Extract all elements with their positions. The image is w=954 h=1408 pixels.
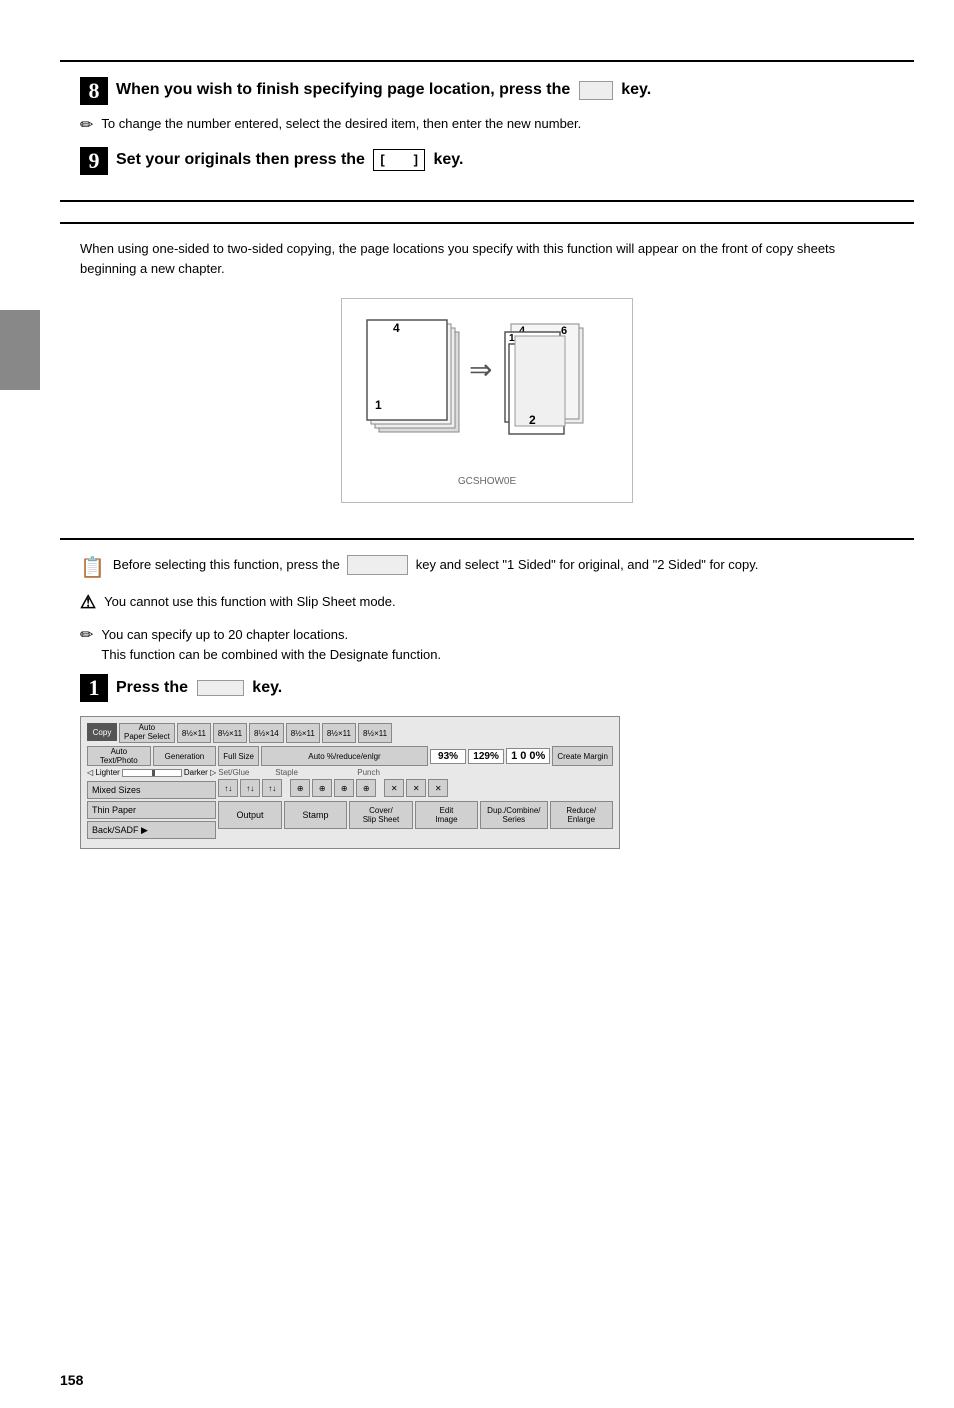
diagram-svg: 1 4 ⇒ 6 4 3 [357,314,617,469]
key-placeholder-bottom [197,680,244,696]
staple-row: Set/Glue Staple Punch [218,768,613,777]
size-5-btn[interactable]: 8½×11 [322,723,356,743]
size-3-btn[interactable]: 8½×14 [249,723,284,743]
punch-label: Punch [357,768,380,777]
size-2-btn[interactable]: 8½×11 [213,723,247,743]
svg-text:4: 4 [393,321,400,335]
svg-text:1: 1 [509,333,515,344]
copy-mode-btn[interactable]: Copy [87,723,117,741]
pencil-line-2: This function can be combined with the D… [101,645,441,665]
percent-93: 93% [430,749,466,764]
pencil-icon-1: ✏ [80,115,93,135]
cover-slip-btn[interactable]: Cover/Slip Sheet [349,801,412,829]
step-8-row: 8 When you wish to finish specifying pag… [80,77,894,105]
pencil-note-lines: You can specify up to 20 chapter locatio… [101,625,441,664]
dup-combine-btn[interactable]: Dup./Combine/Series [480,801,547,829]
auto-reduce-btn[interactable]: Auto %/reduce/enlgr [261,746,428,766]
extra-btns: Mixed Sizes [87,781,216,799]
svg-text:6: 6 [561,325,567,337]
key-placeholder-8 [579,81,613,100]
icon-btn-10[interactable]: ✕ [428,779,448,797]
darker-label: Darker ▷ [184,768,216,777]
setglue-label: Set/Glue [218,768,253,777]
stamp-btn[interactable]: Stamp [284,801,347,829]
bottom-section: 1 Press the key. Copy AutoPaper Select 8… [60,674,914,849]
pencil-note: ✏ You can specify up to 20 chapter locat… [80,625,894,664]
copier-main-panel: Full Size Auto %/reduce/enlgr 93% 129% 1… [218,746,613,839]
note-1: 📋 Before selecting this function, press … [80,555,894,580]
icon-btn-8[interactable]: ✕ [384,779,404,797]
thin-paper-btn[interactable]: Thin Paper [87,801,216,819]
output-btn[interactable]: Output [218,801,281,829]
copier-panel: Copy AutoPaper Select 8½×11 8½×11 8½×14 … [80,716,620,849]
svg-text:2: 2 [529,413,536,427]
icon-btn-4[interactable]: ⊕ [290,779,310,797]
step-8-number: 8 [80,77,108,105]
step-9-row: 9 Set your originals then press the [ ] … [80,147,894,175]
warning-note: ⚠ You cannot use this function with Slip… [80,592,894,613]
auto-text-row: Auto Text/Photo Generation [87,746,216,766]
icon-btn-3[interactable]: ↑↓ [262,779,282,797]
step-8-note: ✏ To change the number entered, select t… [80,115,894,135]
svg-text:⇒: ⇒ [469,354,492,385]
step-8-note-text: To change the number entered, select the… [101,115,581,133]
icon-btn-1[interactable]: ↑↓ [218,779,238,797]
lighter-darker-slider: ◁ Lighter Darker ▷ [87,768,216,777]
pencil-icon-2: ✏ [80,625,93,645]
size-row: Full Size Auto %/reduce/enlgr 93% 129% 1… [218,746,613,766]
bracket-key: [ ] [373,149,425,171]
percent-100: 1 0 0% [506,748,550,764]
middle-bordered-section: When using one-sided to two-sided copyin… [60,222,914,540]
diagram-label: GCSHOW0E [357,476,617,487]
function-btns-row: Output Stamp Cover/Slip Sheet EditImage … [218,801,613,829]
icon-btn-5[interactable]: ⊕ [312,779,332,797]
slide-row: ◁ Lighter Darker ▷ [87,768,216,777]
mixed-sizes-btn[interactable]: Mixed Sizes [87,781,216,799]
back-sadf-btn[interactable]: Back/SADF ▶ [87,821,216,839]
note-1-text: Before selecting this function, press th… [113,555,759,575]
icon-btn-9[interactable]: ✕ [406,779,426,797]
icon-btn-2[interactable]: ↑↓ [240,779,260,797]
pencil-line-1: You can specify up to 20 chapter locatio… [101,625,441,645]
side-tab [0,310,40,390]
note-book-icon: 📋 [80,555,105,580]
lighter-label: ◁ Lighter [87,768,120,777]
full-size-btn[interactable]: Full Size [218,746,259,766]
diagram-box: 1 4 ⇒ 6 4 3 [341,298,633,503]
slider-track[interactable] [122,769,182,777]
staple-label: Staple [275,768,315,777]
size-6-btn[interactable]: 8½×11 [358,723,392,743]
step-1-text: Press the key. [116,679,282,697]
warning-icon: ⚠ [80,592,96,613]
reduce-enlarge-btn[interactable]: Reduce/Enlarge [550,801,613,829]
step-9-text: Set your originals then press the [ ] ke… [116,147,463,171]
step-1-row: 1 Press the key. [80,674,894,702]
page-container: 8 When you wish to finish specifying pag… [0,60,954,1408]
diagram-container: 1 4 ⇒ 6 4 3 [80,298,894,503]
key-placeholder-note [347,555,408,575]
notes-section: 📋 Before selecting this function, press … [60,555,914,664]
step-9-number: 9 [80,147,108,175]
auto-paper-select-btn[interactable]: AutoPaper Select [119,723,175,743]
description-text: When using one-sided to two-sided copyin… [80,239,894,278]
warning-text: You cannot use this function with Slip S… [104,592,395,612]
percent-129: 129% [468,749,504,764]
page-number: 158 [60,1372,83,1388]
create-margin-btn[interactable]: Create Margin [552,746,613,766]
step-8-text: When you wish to finish specifying page … [116,77,651,101]
size-4-btn[interactable]: 8½×11 [286,723,320,743]
icon-btns-row: ↑↓ ↑↓ ↑↓ ⊕ ⊕ ⊕ ⊕ ✕ ✕ ✕ [218,779,613,797]
step-1-number: 1 [80,674,108,702]
svg-text:1: 1 [375,398,382,412]
copier-top-row: Copy AutoPaper Select 8½×11 8½×11 8½×14 … [87,723,613,743]
copier-left-panel: Auto Text/Photo Generation ◁ Lighter Dar… [87,746,216,839]
icon-btn-6[interactable]: ⊕ [334,779,354,797]
top-bordered-section: 8 When you wish to finish specifying pag… [60,60,914,202]
icon-btn-7[interactable]: ⊕ [356,779,376,797]
edit-image-btn[interactable]: EditImage [415,801,478,829]
size-1-btn[interactable]: 8½×11 [177,723,211,743]
auto-text-btn[interactable]: Auto Text/Photo [87,746,151,766]
copier-row2: Auto Text/Photo Generation ◁ Lighter Dar… [87,746,613,839]
generation-btn[interactable]: Generation [153,746,217,766]
